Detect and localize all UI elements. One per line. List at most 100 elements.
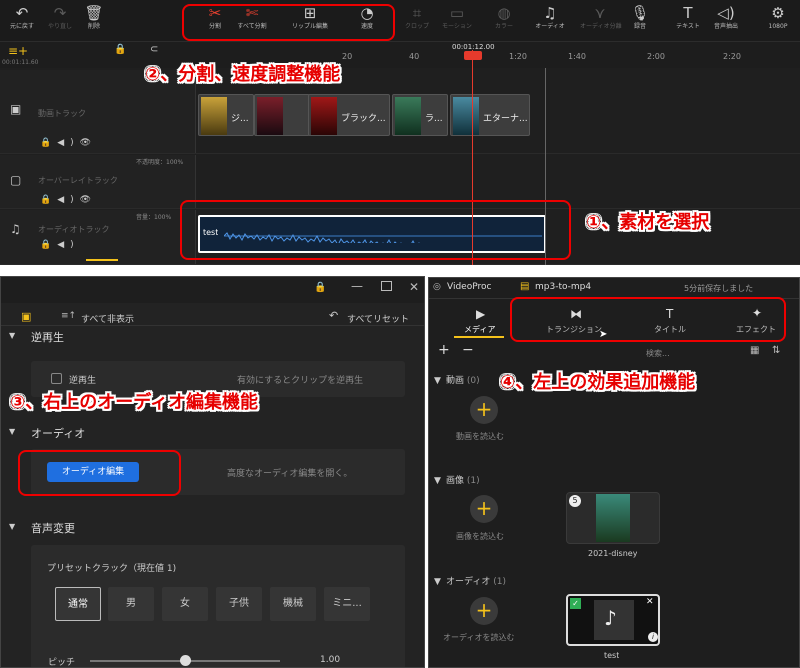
preset-male-button[interactable]: 男: [108, 587, 154, 621]
lock-icon[interactable]: 🔒: [314, 282, 326, 293]
app-name[interactable]: VideoProc: [447, 282, 491, 292]
add-track-icon[interactable]: ≡+: [8, 44, 28, 58]
audio-extract-button[interactable]: ◁) 音声抽出: [706, 4, 746, 40]
audio-edit-hint: 高度なオーディオ編集を開く。: [227, 469, 353, 479]
grid-view-icon[interactable]: ▦: [750, 345, 759, 356]
overlay-clip[interactable]: ジ...: [198, 94, 254, 136]
import-image-button[interactable]: +: [470, 495, 498, 523]
audio-track-controls[interactable]: 🔒◀): [40, 240, 80, 250]
maximize-icon[interactable]: [381, 281, 392, 291]
music-note-icon: ♪: [604, 606, 617, 630]
record-button[interactable]: 🎙 録音: [620, 4, 660, 40]
import-video-button[interactable]: +: [470, 396, 498, 424]
overlay-clip[interactable]: ラ...: [392, 94, 448, 136]
info-icon[interactable]: i: [648, 632, 658, 642]
collapse-icon[interactable]: ▼: [434, 476, 441, 486]
audio-thumbnail-card[interactable]: ✓ ♪ ✕ i: [566, 594, 660, 646]
media-tab-icon: ▶: [476, 307, 486, 321]
clip-thumbnail: [201, 97, 227, 135]
pitch-label: ピッチ: [48, 658, 76, 668]
undo-button[interactable]: ↶ 元に戻す: [2, 4, 42, 40]
minimize-icon[interactable]: —: [351, 279, 363, 293]
tick-label: 2:00: [647, 52, 665, 61]
audio-button[interactable]: ♫ オーディオ: [530, 4, 570, 40]
import-audio-button[interactable]: +: [470, 597, 498, 625]
reset-all-button[interactable]: すべてリセット: [347, 312, 409, 325]
image-thumbnail-card[interactable]: 5: [566, 492, 660, 544]
magnet-icon[interactable]: ⊂: [150, 44, 158, 55]
lock-icon[interactable]: 🔒: [114, 44, 126, 55]
save-icon[interactable]: ▤: [520, 281, 529, 292]
list-icon: ≡↑: [61, 311, 77, 321]
preset-robot-button[interactable]: 機械: [270, 587, 316, 621]
app-logo-icon: ◎: [433, 282, 441, 292]
motion-button[interactable]: ▭ モーション: [437, 4, 477, 40]
checkmark-icon[interactable]: ✓: [570, 598, 581, 609]
import-audio-label: オーディオを読込む: [443, 633, 515, 642]
sort-icon[interactable]: ⇅: [772, 345, 780, 356]
delete-button[interactable]: 🗑 削除: [74, 4, 114, 40]
audio-separate-button[interactable]: ⋎ オーディオ分離: [580, 4, 622, 40]
audio-count: (1): [493, 577, 506, 587]
tick-label: 1:40: [568, 52, 586, 61]
import-image-label: 画像を読込む: [456, 532, 504, 541]
color-button[interactable]: ◍ カラー: [484, 4, 524, 40]
voice-section-header[interactable]: 音声変更: [31, 520, 75, 536]
close-icon[interactable]: ✕: [646, 597, 654, 607]
toolbar: ↶ 元に戻す ↷ やり直し 🗑 削除 ✂ 分割 ✄ すべて分割 ⊞ リップル編集 ◔ 速度 ⌗…: [0, 0, 800, 42]
audio-category-label: オーディオ: [446, 577, 491, 587]
crop-button[interactable]: ⌗ クロップ: [397, 4, 437, 40]
reverse-checkbox[interactable]: [51, 373, 62, 384]
text-icon: T: [683, 4, 693, 22]
pitch-value[interactable]: 1.00: [320, 655, 340, 665]
collapse-icon[interactable]: ▼: [434, 577, 441, 587]
reverse-hint: 有効にするとクリップを逆再生: [237, 376, 364, 386]
remove-media-button[interactable]: −: [462, 342, 474, 358]
palette-icon: ◍: [497, 4, 511, 22]
timeline-ruler[interactable]: ≡+ 🔒 ⊂ 00:01:11.60: [0, 42, 800, 68]
playhead-handle[interactable]: [464, 51, 482, 60]
tick-label: 1:20: [509, 52, 527, 61]
overlay-track-name: オーバーレイトラック: [38, 176, 118, 185]
video-count: (0): [466, 376, 480, 386]
overlay-clip[interactable]: エターナ...: [450, 94, 530, 136]
drop-indicator: [86, 259, 118, 265]
overlay-clip[interactable]: [254, 94, 310, 136]
text-button[interactable]: T テキスト: [668, 4, 708, 40]
tab-media[interactable]: メディア: [464, 324, 495, 335]
video-track-name: 動画トラック: [38, 109, 86, 118]
video-track-controls[interactable]: 🔒◀)👁: [40, 138, 97, 148]
reverse-checkbox-label: 逆再生: [69, 376, 97, 386]
resolution-button[interactable]: ⚙ 1080P: [758, 4, 798, 40]
audio-volume: 音量：100%: [136, 214, 172, 221]
search-input[interactable]: 検索...: [646, 348, 670, 359]
collapse-icon[interactable]: ▼: [9, 331, 15, 340]
hide-all-button[interactable]: すべて非表示: [81, 312, 134, 325]
audio-section-header[interactable]: オーディオ: [31, 425, 85, 441]
pitch-slider-knob[interactable]: [180, 655, 191, 666]
reverse-section-header[interactable]: 逆再生: [31, 329, 64, 345]
crop-icon: ⌗: [412, 4, 422, 22]
preset-female-button[interactable]: 女: [162, 587, 208, 621]
close-icon[interactable]: ✕: [409, 280, 419, 294]
collapse-icon[interactable]: ▼: [434, 376, 441, 386]
overlay-track-header: ▢ オーバーレイトラック 🔒◀)👁 不透明度：100%: [0, 155, 196, 208]
collapse-icon[interactable]: ▼: [9, 427, 15, 436]
clip-label: エターナ...: [483, 114, 528, 124]
save-status: 5分前保存しました: [684, 284, 754, 293]
overlay-track-controls[interactable]: 🔒◀)👁: [40, 195, 97, 205]
preset-child-button[interactable]: 子供: [216, 587, 262, 621]
annotation-box-toolbar: [182, 4, 395, 41]
panel-toggle-icon[interactable]: ▣: [21, 310, 31, 323]
preset-more-button[interactable]: ミニ...: [324, 587, 370, 621]
overlay-clip[interactable]: ブラック...: [308, 94, 390, 136]
add-media-button[interactable]: +: [438, 342, 450, 358]
annotation-2: ②、分割、速度調整機能: [145, 64, 341, 85]
collapse-icon[interactable]: ▼: [9, 522, 15, 531]
divider: [1, 325, 424, 326]
preset-normal-button[interactable]: 通常: [55, 587, 101, 621]
annotation-box-audio-edit: [18, 450, 181, 496]
tick-label: 2:20: [723, 52, 741, 61]
audio-extract-icon: ◁): [717, 4, 735, 22]
annotation-box-clip: [180, 200, 571, 260]
